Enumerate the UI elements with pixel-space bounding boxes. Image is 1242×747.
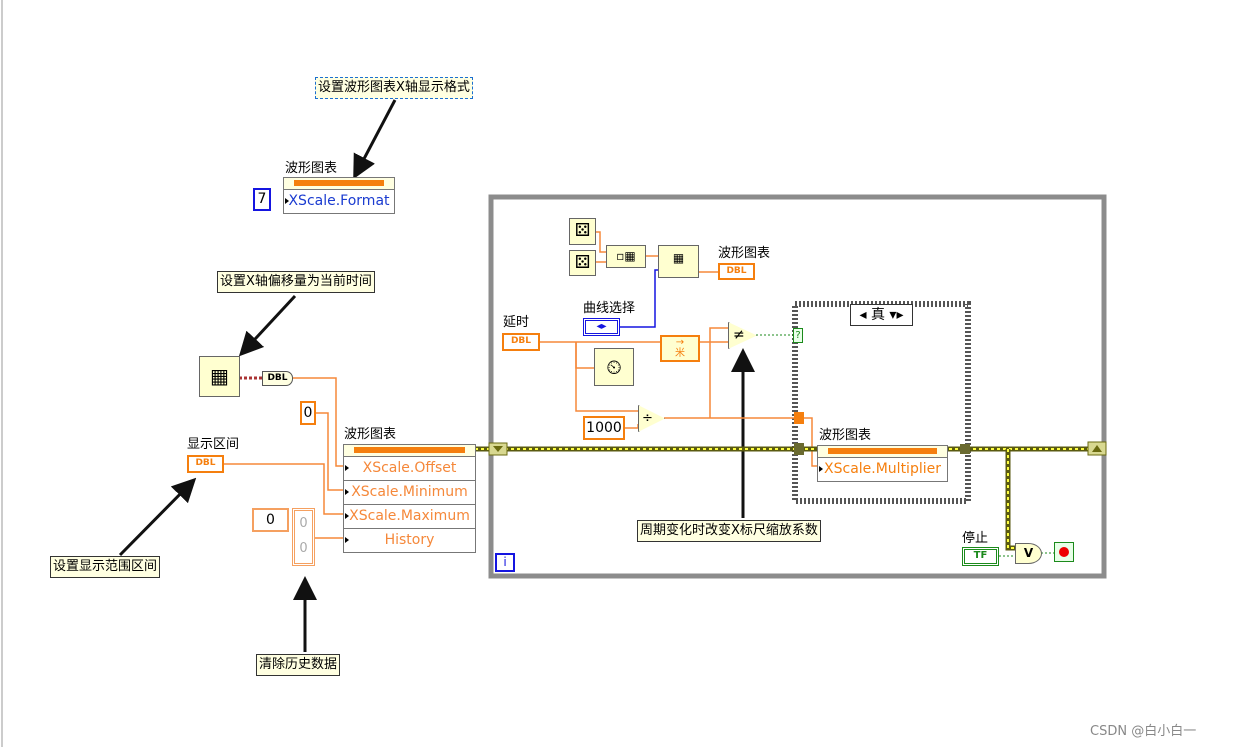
- random-dice-icon[interactable]: ⚄: [569, 250, 596, 276]
- feedback-node[interactable]: → 米: [660, 335, 700, 362]
- iteration-terminal: i: [495, 553, 515, 572]
- property-xscale-multiplier[interactable]: XScale.Multiplier: [818, 458, 947, 481]
- case-selector-value: 真: [870, 307, 885, 323]
- loop-condition-stop-icon[interactable]: [1054, 542, 1074, 562]
- chart-indicator-label: 波形图表: [718, 246, 771, 261]
- to-double-convert[interactable]: DBL: [262, 371, 293, 386]
- comment-xscale-format[interactable]: 设置波形图表X轴显示格式: [315, 77, 473, 99]
- random-dice-icon[interactable]: ⚄: [569, 218, 596, 245]
- comment-multiplier[interactable]: 周期变化时改变X标尺缩放系数: [637, 520, 821, 542]
- or-icon[interactable]: V: [1015, 543, 1042, 564]
- index-array-icon[interactable]: ▦: [658, 245, 699, 278]
- format-constant[interactable]: 7: [253, 188, 271, 211]
- chart-indicator[interactable]: DBL: [718, 263, 755, 280]
- divisor-constant[interactable]: 1000: [583, 416, 625, 440]
- comment-offset-time[interactable]: 设置X轴偏移量为当前时间: [217, 271, 375, 293]
- format-node-label: 波形图表: [285, 161, 338, 176]
- stop-label: 停止: [962, 531, 989, 546]
- chart-property-node[interactable]: XScale.Offset XScale.Minimum XScale.Maxi…: [343, 444, 476, 553]
- range-control[interactable]: DBL: [187, 455, 224, 473]
- case-selector[interactable]: ◂ 真 ▾▸: [850, 304, 913, 326]
- stop-control[interactable]: TF: [962, 547, 999, 566]
- history-array-constant[interactable]: 0 0: [292, 508, 315, 566]
- array-element: 0: [299, 541, 308, 556]
- curve-select-label: 曲线选择: [583, 301, 636, 316]
- property-xscale-offset[interactable]: XScale.Offset: [344, 457, 475, 481]
- range-label: 显示区间: [187, 437, 240, 452]
- multiplier-property-node[interactable]: XScale.Multiplier: [817, 445, 948, 482]
- property-xscale-format[interactable]: XScale.Format: [284, 190, 394, 213]
- get-time-icon[interactable]: ▦: [199, 356, 240, 397]
- comment-display-range[interactable]: 设置显示范围区间: [50, 556, 161, 578]
- feedback-label: 米: [675, 348, 685, 359]
- property-xscale-minimum[interactable]: XScale.Minimum: [344, 481, 475, 505]
- array-index[interactable]: 0: [252, 508, 289, 532]
- block-diagram: 设置波形图表X轴显示格式 波形图表 7 XScale.Format 设置X轴偏移…: [0, 0, 1242, 747]
- chart-node-label: 波形图表: [344, 427, 397, 442]
- format-property-node[interactable]: XScale.Format: [283, 177, 395, 214]
- array-element: 0: [299, 516, 308, 531]
- case-selector-terminal[interactable]: ?: [793, 328, 803, 343]
- watermark: CSDN @白小白一: [1090, 724, 1197, 739]
- property-history[interactable]: History: [344, 529, 475, 552]
- property-xscale-maximum[interactable]: XScale.Maximum: [344, 505, 475, 529]
- comment-clear-history[interactable]: 清除历史数据: [256, 654, 341, 676]
- offset-constant[interactable]: 0: [300, 401, 316, 425]
- multiplier-node-label: 波形图表: [819, 428, 872, 443]
- build-array-icon[interactable]: ▫▦: [606, 245, 646, 268]
- delay-control[interactable]: DBL: [502, 333, 540, 351]
- wait-metronome-icon[interactable]: ⏲: [594, 348, 634, 386]
- curve-select-ring[interactable]: ◂▸: [583, 318, 620, 336]
- delay-label: 延时: [503, 315, 530, 330]
